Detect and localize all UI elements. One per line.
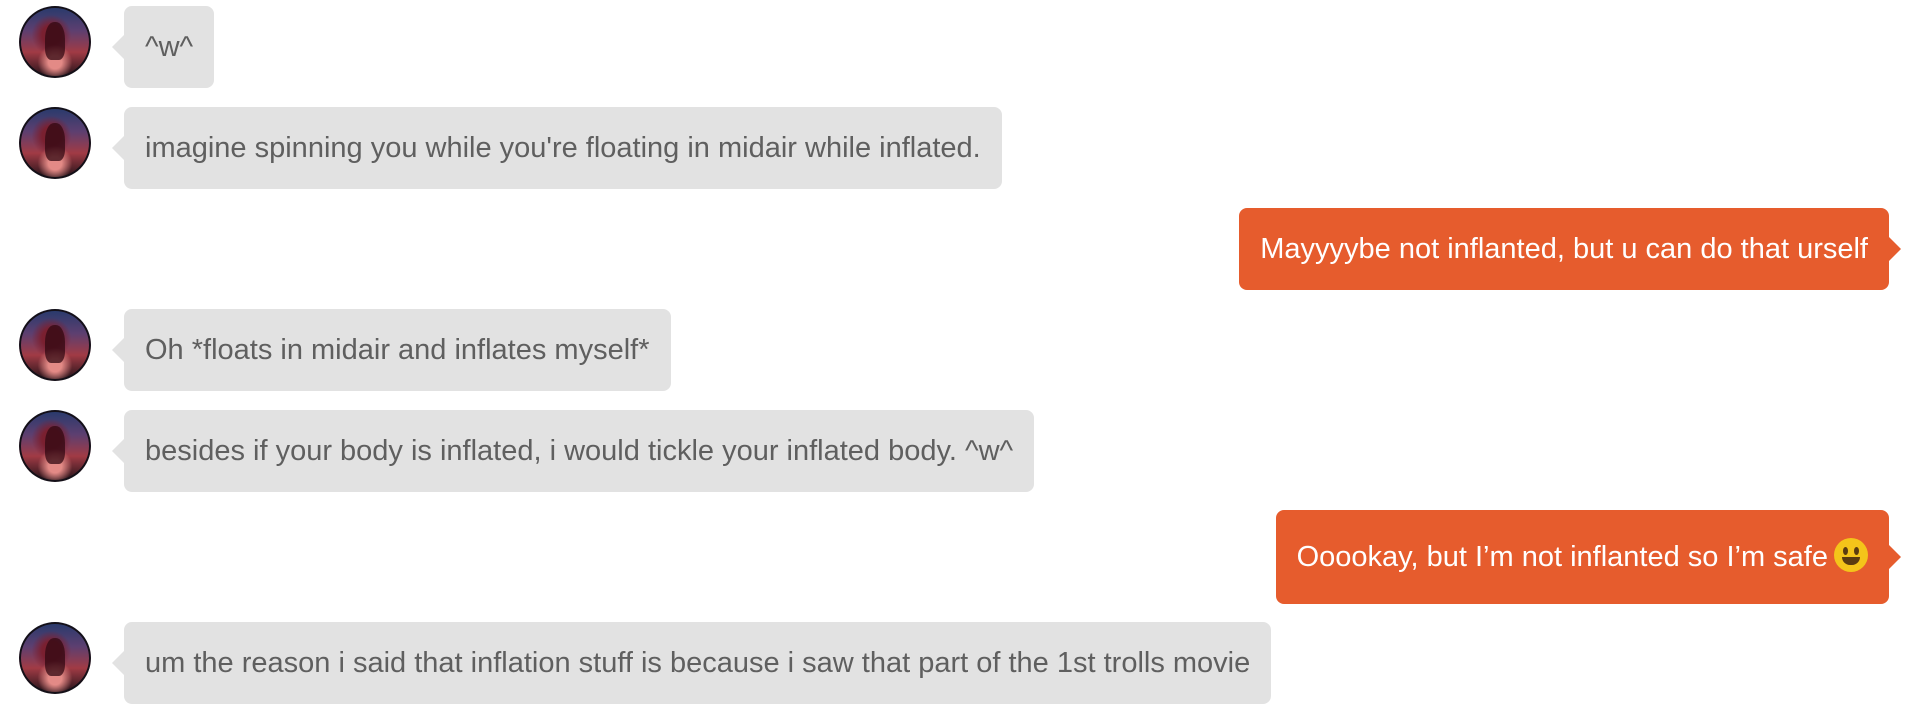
user-avatar-icon[interactable] xyxy=(19,6,91,78)
message-bubble[interactable]: um the reason i said that inflation stuf… xyxy=(111,622,1272,704)
user-avatar-icon[interactable] xyxy=(19,107,91,179)
message-text: Ooookay, but I’m not inflanted so I’m sa… xyxy=(1296,541,1828,573)
message-bubble[interactable]: ^w^ xyxy=(111,6,215,88)
grinning-face-emoji-icon xyxy=(1834,538,1868,573)
user-avatar-icon[interactable] xyxy=(19,309,91,381)
message-bubble[interactable]: besides if your body is inflated, i woul… xyxy=(111,410,1035,492)
message-bubble[interactable]: imagine spinning you while you're floati… xyxy=(112,107,1002,189)
message-bubble[interactable]: Ooookay, but I’m not inflanted so I’m sa… xyxy=(1275,510,1902,604)
message-bubble[interactable]: Oh *floats in midair and inflates myself… xyxy=(112,309,671,391)
user-avatar-icon[interactable] xyxy=(19,410,91,482)
message-bubble[interactable]: Mayyyybe not inflanted, but u can do tha… xyxy=(1239,208,1901,290)
chat-thread: ^w^ imagine spinning you while you're fl… xyxy=(0,0,1920,708)
user-avatar-icon[interactable] xyxy=(19,622,91,694)
